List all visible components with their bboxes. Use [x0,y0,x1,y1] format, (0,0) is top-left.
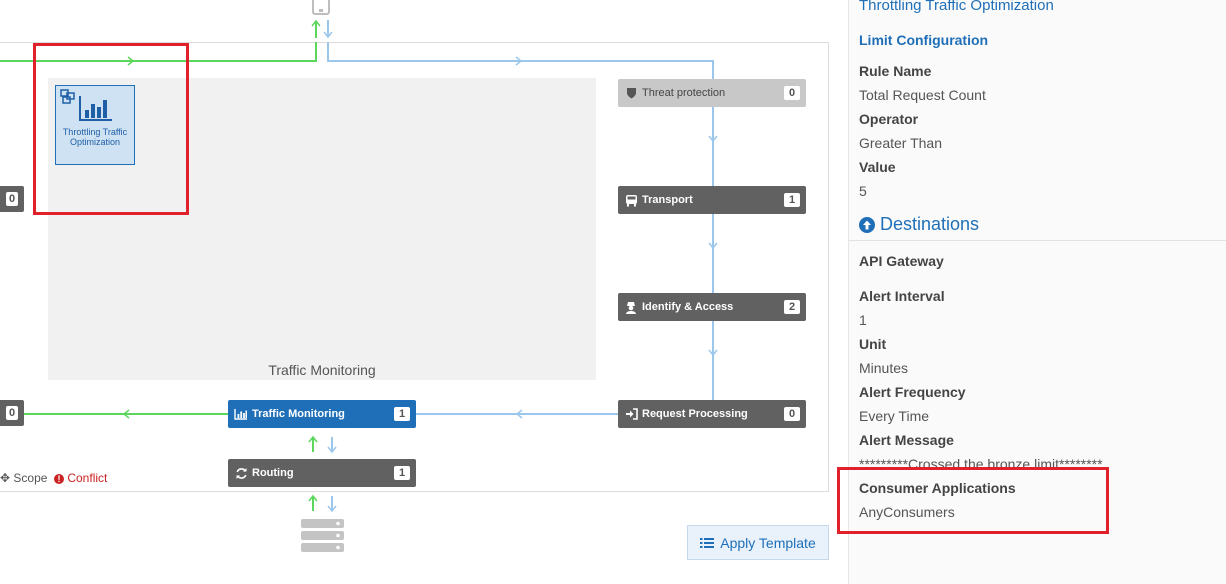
stage-label: Request Processing [642,408,748,420]
stage-label: Routing [252,467,294,479]
stage-label: Identify & Access [642,301,734,313]
operator-value: Greater Than [859,135,943,151]
bus-icon [624,193,638,207]
divider [849,240,1226,241]
stage-label: Transport [642,194,693,206]
operator-label: Operator [859,111,919,127]
stub-count: 0 [6,192,18,206]
destinations-heading[interactable]: Destinations [859,214,979,235]
stage-count: 1 [784,193,800,207]
stage-transport[interactable]: Transport 1 [618,186,806,214]
highlight-box-policy [33,43,189,215]
arrow-circle-up-icon [859,216,875,233]
stub-count: 0 [6,406,18,420]
panel-title: Throttling Traffic Optimization [859,0,1054,14]
stage-count: 1 [394,407,410,421]
value-label: Value [859,159,896,175]
policy-properties-panel: Throttling Traffic Optimization Limit Co… [837,0,1226,584]
rule-name-label: Rule Name [859,63,932,79]
alert-frequency-value: Every Time [859,408,930,424]
api-gateway-label: API Gateway [859,253,944,269]
shield-icon [624,86,638,100]
legend-scope-label: Scope [13,471,48,485]
limit-configuration-heading: Limit Configuration [859,32,989,48]
alert-interval-label: Alert Interval [859,288,945,304]
stage-label: Threat protection [642,87,726,99]
stage-count: 1 [394,466,410,480]
stage-label: Traffic Monitoring [252,408,345,420]
legend-conflict: ! Conflict [54,471,107,485]
backend-server-icon [301,519,344,552]
value-value: 5 [859,183,867,199]
left-stage-stub[interactable]: 0 [0,186,24,212]
stage-traffic-monitoring[interactable]: Traffic Monitoring 1 [228,400,416,428]
rule-name-value: Total Request Count [859,87,986,103]
alert-frequency-label: Alert Frequency [859,384,966,400]
stage-routing[interactable]: Routing 1 [228,459,416,487]
policy-canvas: Traffic Monitoring 0 0 Throttling Traffi… [0,0,848,584]
sign-in-icon [624,407,638,421]
alert-message-label: Alert Message [859,432,954,448]
stage-request-processing[interactable]: Request Processing 0 [618,400,806,428]
unit-label: Unit [859,336,887,352]
list-icon [700,537,715,549]
user-secret-icon [624,300,638,314]
unit-value: Minutes [859,360,909,376]
destinations-label: Destinations [880,214,980,234]
legend-scope: ✥ Scope [0,471,47,485]
apply-template-button[interactable]: Apply Template [687,525,829,560]
apply-template-label: Apply Template [720,534,816,551]
scope-icon: ✥ [0,471,11,485]
conflict-icon: ! [54,474,64,484]
refresh-icon [234,466,248,480]
stage-count: 2 [784,300,800,314]
legend-conflict-label: Conflict [67,471,108,485]
highlight-box-consumers [837,467,1109,534]
bar-chart-icon [234,407,248,421]
left-stage-stub[interactable]: 0 [0,400,24,426]
stage-count: 0 [784,407,800,421]
stage-threat-protection[interactable]: Threat protection 0 [618,79,806,107]
client-device-icon [312,0,330,15]
alert-interval-value: 1 [859,312,867,328]
stage-count: 0 [784,86,800,100]
stage-identify-access[interactable]: Identify & Access 2 [618,293,806,321]
